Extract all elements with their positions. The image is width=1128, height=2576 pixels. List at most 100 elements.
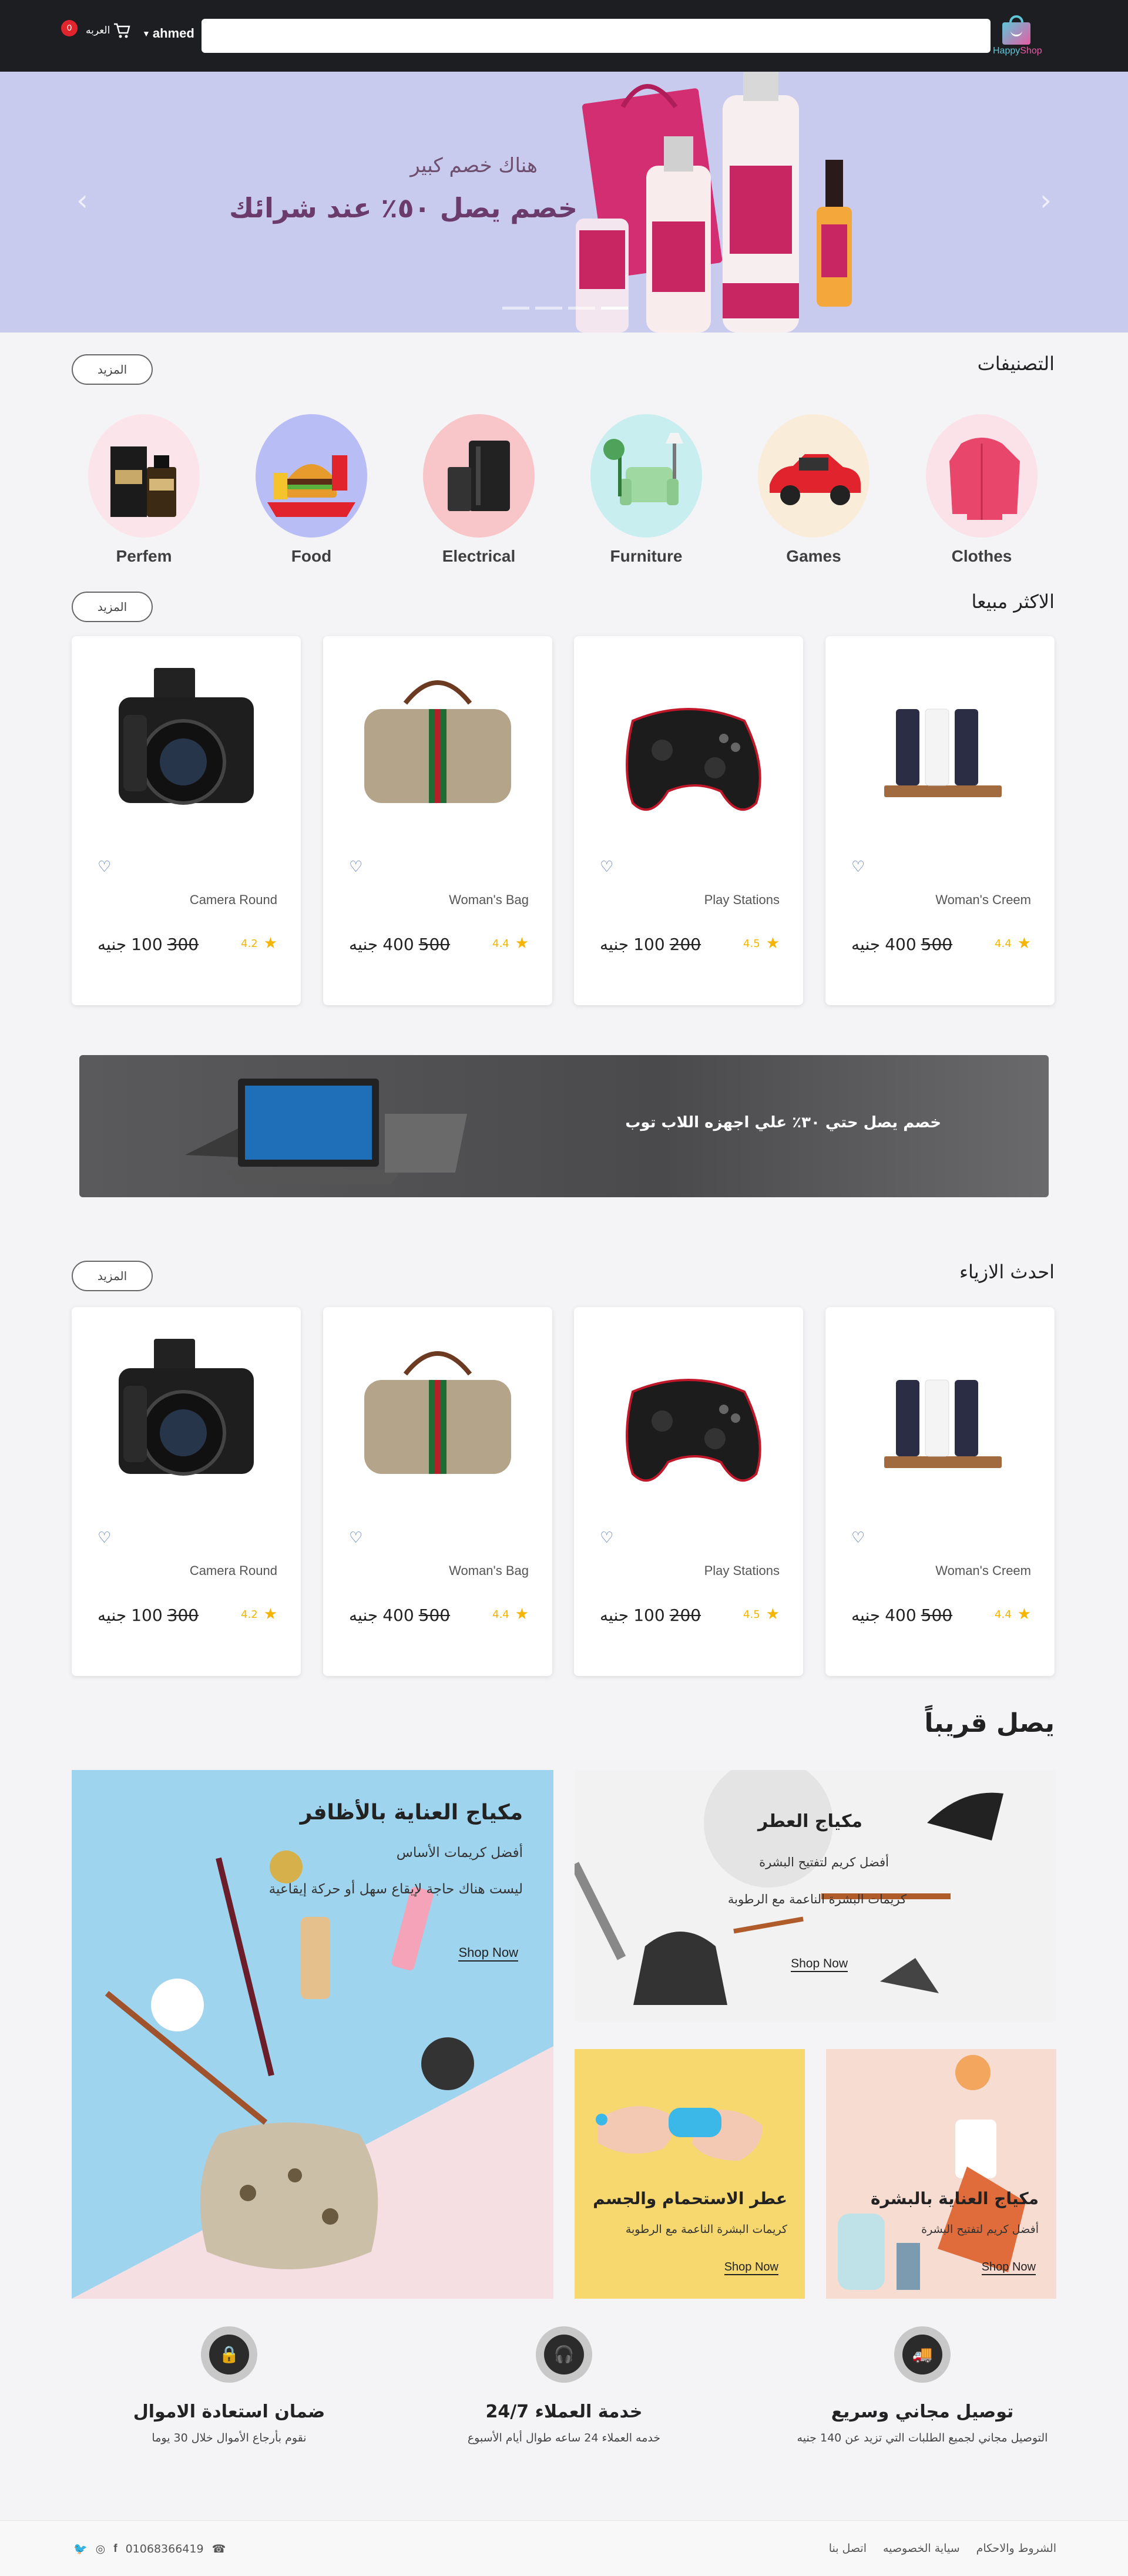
search-input[interactable] xyxy=(202,19,991,53)
shop-now-link[interactable]: Shop Now xyxy=(791,1957,848,1972)
product-price: جنيه 100 300 xyxy=(98,935,199,954)
product-name: Woman's Creem xyxy=(935,1563,1031,1578)
phone-icon: ☎ xyxy=(212,2542,226,2555)
hero-prev-arrow-icon[interactable]: ‹ xyxy=(76,183,88,217)
footer-link-terms[interactable]: الشروط والاحكام xyxy=(976,2542,1056,2555)
gamepad-image xyxy=(626,1379,761,1482)
price-current: 100 xyxy=(131,1606,163,1625)
price-currency: جنيه xyxy=(349,935,378,954)
feature-icon-circle: 🔒 xyxy=(201,2326,257,2383)
wishlist-heart-icon[interactable]: ♡ xyxy=(600,858,613,876)
category-image xyxy=(926,414,1038,538)
price-current: 100 xyxy=(131,935,163,954)
hero-products-image xyxy=(576,72,852,333)
category-games[interactable]: Games xyxy=(758,414,870,566)
category-name: Furniture xyxy=(610,547,683,565)
promo-tile-bath-body[interactable]: عطر الاستحمام والجسم كريمات البشرة الناع… xyxy=(575,2049,805,2299)
product-card[interactable]: ♡ Woman's Creem 4.4 ★ جنيه 400 500 xyxy=(825,1307,1055,1676)
footer-links: الشروط والاحكام سياية الخصوصيه اتصل بنا xyxy=(829,2542,1056,2555)
price-old: 300 xyxy=(167,1606,199,1625)
wishlist-heart-icon[interactable]: ♡ xyxy=(349,858,362,876)
product-name: Play Stations xyxy=(704,1563,780,1578)
feature-money-back: 🔒 ضمان استعادة الاموال نقوم بأرجاع الأمو… xyxy=(76,2326,382,2444)
slide-indicator[interactable] xyxy=(502,307,529,310)
category-image xyxy=(423,414,535,538)
product-card[interactable]: ♡ Woman's Bag 4.4 ★ جنيه 400 500 xyxy=(323,636,552,1005)
truck-icon: 🚚 xyxy=(902,2335,942,2375)
laptops-image xyxy=(185,1079,467,1184)
product-rating: 4.4 ★ xyxy=(492,1606,529,1623)
product-card[interactable]: ♡ Camera Round 4.2 ★ جنيه 100 300 xyxy=(72,636,301,1005)
product-card[interactable]: ♡ Woman's Creem 4.4 ★ جنيه 400 500 xyxy=(825,636,1055,1005)
footer-phone: 01068366419 xyxy=(125,2542,204,2555)
instagram-icon[interactable]: ◎ xyxy=(96,2543,106,2555)
category-name: Perfem xyxy=(116,547,172,565)
price-currency: جنيه xyxy=(349,1606,378,1625)
site-logo[interactable]: HappyShop xyxy=(993,15,1042,56)
categories-more-button[interactable]: المزيد xyxy=(72,354,153,385)
product-rating: 4.2 ★ xyxy=(241,935,277,952)
facebook-icon[interactable]: f xyxy=(113,2543,117,2555)
category-image xyxy=(590,414,702,538)
category-furniture[interactable]: Furniture xyxy=(590,414,702,566)
product-card[interactable]: ♡ Woman's Bag 4.4 ★ جنيه 400 500 xyxy=(323,1307,552,1676)
category-food[interactable]: Food xyxy=(256,414,367,566)
slide-indicator[interactable] xyxy=(535,307,562,310)
product-name: Woman's Bag xyxy=(449,892,529,907)
hero-subtitle: هناك خصم كبير xyxy=(410,154,538,177)
cart-icon xyxy=(114,23,130,38)
user-name: ahmed xyxy=(152,26,194,41)
perfume-icon xyxy=(110,446,176,517)
feature-free-delivery: 🚚 توصيل مجاني وسريع التوصيل مجاني لجميع … xyxy=(770,2326,1075,2444)
wishlist-heart-icon[interactable]: ♡ xyxy=(600,1529,613,1547)
hero-next-arrow-icon[interactable]: › xyxy=(1040,183,1052,217)
shop-now-link[interactable]: Shop Now xyxy=(724,2261,778,2275)
footer-contact: 🐦 ◎ f 01068366419 ☎ xyxy=(73,2542,226,2556)
category-clothes[interactable]: Clothes xyxy=(926,414,1038,566)
product-rating: 4.5 ★ xyxy=(743,935,780,952)
hero-slide-indicators xyxy=(502,307,628,310)
slide-indicator-active[interactable] xyxy=(601,307,628,310)
product-card[interactable]: ♡ Camera Round 4.2 ★ جنيه 100 300 xyxy=(72,1307,301,1676)
best-sellers-more-button[interactable]: المزيد xyxy=(72,592,153,622)
new-fashion-more-button[interactable]: المزيد xyxy=(72,1261,153,1291)
wishlist-heart-icon[interactable]: ♡ xyxy=(349,1529,362,1547)
category-perfem[interactable]: Perfem xyxy=(88,414,200,566)
product-rating: 4.4 ★ xyxy=(492,935,529,952)
price-old: 500 xyxy=(418,1606,451,1625)
price-currency: جنيه xyxy=(98,935,127,954)
wishlist-heart-icon[interactable]: ♡ xyxy=(98,1529,111,1547)
category-name: Electrical xyxy=(442,547,516,565)
user-menu[interactable]: ▼ ahmed xyxy=(142,26,194,41)
feature-title: ضمان استعادة الاموال xyxy=(133,2402,325,2422)
product-card[interactable]: ♡ Play Stations 4.5 ★ جنيه 100 200 xyxy=(574,636,803,1005)
tile-line-1: كريمات البشرة الناعمة مع الرطوبة xyxy=(625,2223,787,2236)
shop-now-link[interactable]: Shop Now xyxy=(458,1945,518,1962)
wishlist-heart-icon[interactable]: ♡ xyxy=(851,858,865,876)
wishlist-heart-icon[interactable]: ♡ xyxy=(851,1529,865,1547)
tile-title: مكياج العناية بالبشرة xyxy=(870,2189,1039,2208)
twitter-icon[interactable]: 🐦 xyxy=(73,2542,88,2555)
cream-tubes-image xyxy=(872,703,1008,797)
laptop-promo-banner[interactable]: خصم يصل حتي ٣٠٪ علي اجهزه اللاب توب xyxy=(79,1055,1049,1197)
promo-tile-perfume[interactable]: مكياج العطر أفضل كريم لتفتيح البشرة كريم… xyxy=(575,1770,1056,2021)
category-electrical[interactable]: Electrical xyxy=(423,414,535,566)
slide-indicator[interactable] xyxy=(568,307,595,310)
shop-now-link[interactable]: Shop Now xyxy=(981,2261,1036,2275)
promo-tile-skin-care[interactable]: مكياج العناية بالبشرة أفضل كريم لتفتيح ا… xyxy=(826,2049,1056,2299)
wishlist-heart-icon[interactable]: ♡ xyxy=(98,858,111,876)
product-rating: 4.5 ★ xyxy=(743,1606,780,1623)
promo-tile-nail-care[interactable]: مكياج العناية بالأظافر أفضل كريمات الأسا… xyxy=(72,1770,553,2299)
product-card[interactable]: ♡ Play Stations 4.5 ★ جنيه 100 200 xyxy=(574,1307,803,1676)
feature-title: خدمة العملاء 24/7 xyxy=(485,2402,643,2422)
handbag-image xyxy=(364,680,511,803)
category-image xyxy=(88,414,200,538)
star-icon: ★ xyxy=(263,935,277,952)
product-rating: 4.4 ★ xyxy=(995,935,1031,952)
headset-icon: 🎧 xyxy=(544,2335,584,2375)
feature-desc: خدمه العملاء 24 ساعه طوال أيام الأسبوع xyxy=(467,2431,661,2444)
feature-title: توصيل مجاني وسريع xyxy=(831,2402,1014,2422)
footer-link-privacy[interactable]: سياية الخصوصيه xyxy=(883,2542,960,2555)
price-currency: جنيه xyxy=(851,935,881,954)
footer-link-contact[interactable]: اتصل بنا xyxy=(829,2542,867,2555)
